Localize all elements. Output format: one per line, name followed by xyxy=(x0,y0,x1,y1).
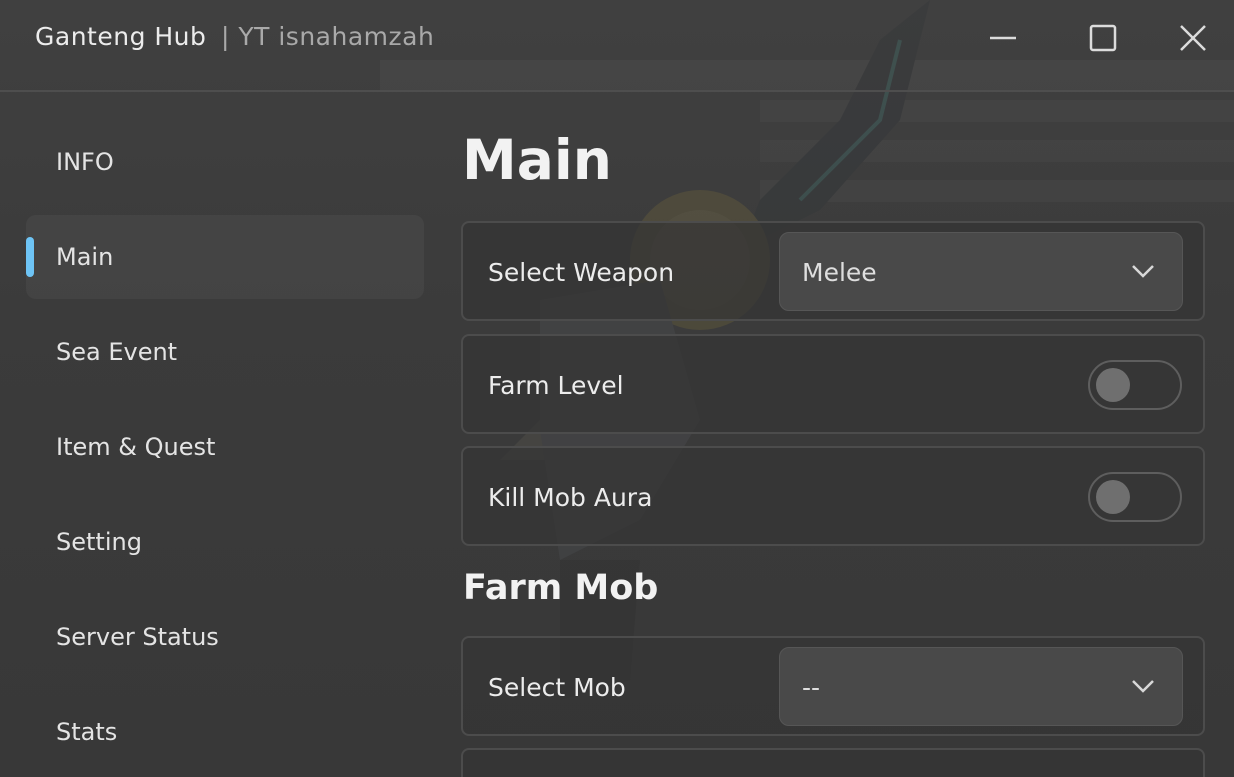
chevron-down-icon xyxy=(1132,680,1154,693)
sidebar-item-sea-event[interactable]: Sea Event xyxy=(26,310,424,394)
close-button[interactable] xyxy=(1171,16,1215,60)
select-mob-label: Select Mob xyxy=(488,673,626,702)
sidebar-item-label: Sea Event xyxy=(56,338,178,366)
window-subtitle: | YT isnahamzah xyxy=(221,22,435,51)
app-window: Ganteng Hub | YT isnahamzah INFO Main Se… xyxy=(0,0,1234,777)
sidebar-item-label: Server Status xyxy=(56,623,219,651)
select-weapon-row: Select Weapon Melee xyxy=(461,221,1205,321)
next-row-partial xyxy=(461,748,1205,777)
farm-level-row: Farm Level xyxy=(461,334,1205,434)
select-mob-dropdown[interactable]: -- xyxy=(779,647,1183,726)
minimize-icon xyxy=(990,36,1016,40)
sidebar-item-label: INFO xyxy=(56,148,114,176)
farm-level-toggle[interactable] xyxy=(1088,360,1182,410)
section-title-farm-mob: Farm Mob xyxy=(463,568,659,608)
maximize-button[interactable] xyxy=(1081,16,1125,60)
farm-level-label: Farm Level xyxy=(488,371,624,400)
close-icon xyxy=(1180,25,1206,51)
select-mob-row: Select Mob -- xyxy=(461,636,1205,736)
kill-mob-aura-row: Kill Mob Aura xyxy=(461,446,1205,546)
select-weapon-value: Melee xyxy=(802,258,877,287)
sidebar-item-label: Item & Quest xyxy=(56,433,216,461)
sidebar-item-server-status[interactable]: Server Status xyxy=(26,595,424,679)
chevron-down-icon xyxy=(1132,265,1154,278)
window-title: Ganteng Hub xyxy=(35,22,207,51)
sidebar-item-label: Setting xyxy=(56,528,142,556)
maximize-icon xyxy=(1089,24,1117,52)
sidebar-item-info[interactable]: INFO xyxy=(26,120,424,204)
active-indicator xyxy=(26,237,34,277)
toggle-knob xyxy=(1096,368,1130,402)
toggle-knob xyxy=(1096,480,1130,514)
sidebar-item-main[interactable]: Main xyxy=(26,215,424,299)
select-mob-value: -- xyxy=(802,673,821,702)
select-weapon-dropdown[interactable]: Melee xyxy=(779,232,1183,311)
sidebar-item-item-quest[interactable]: Item & Quest xyxy=(26,405,424,489)
sidebar-item-stats[interactable]: Stats xyxy=(26,690,424,774)
sidebar-item-setting[interactable]: Setting xyxy=(26,500,424,584)
sidebar: INFO Main Sea Event Item & Quest Setting… xyxy=(0,92,440,777)
page-title: Main xyxy=(462,128,612,192)
title-bar: Ganteng Hub | YT isnahamzah xyxy=(0,0,1234,92)
sidebar-item-label: Stats xyxy=(56,718,118,746)
kill-mob-aura-label: Kill Mob Aura xyxy=(488,483,653,512)
select-weapon-label: Select Weapon xyxy=(488,258,675,287)
minimize-button[interactable] xyxy=(981,16,1025,60)
kill-mob-aura-toggle[interactable] xyxy=(1088,472,1182,522)
sidebar-item-label: Main xyxy=(56,243,114,271)
